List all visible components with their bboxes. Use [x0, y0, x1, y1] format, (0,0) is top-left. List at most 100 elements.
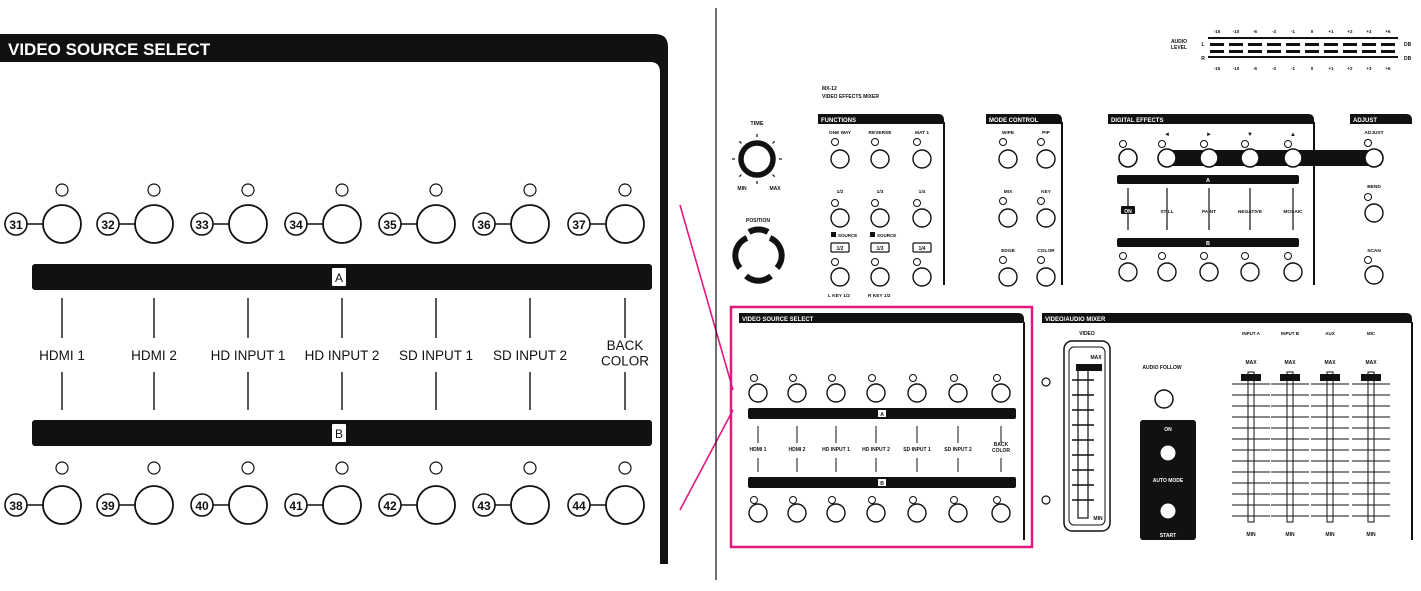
zoom-source-button-a[interactable]: [605, 204, 645, 244]
digital-effects-button[interactable]: [1118, 148, 1138, 168]
vss-bus-b-label: B: [880, 481, 884, 487]
audio-follow-label: AUDIO FOLLOW: [1142, 365, 1181, 371]
vss-button-b[interactable]: [748, 503, 768, 523]
zoom-led-b: [147, 461, 161, 475]
vss-source-label: BACK COLOR: [992, 442, 1010, 454]
zoom-source-button-a[interactable]: [134, 204, 174, 244]
digital-effects-button-b[interactable]: [1199, 262, 1219, 282]
auto-start-button[interactable]: [1159, 502, 1177, 520]
audio-follow-button[interactable]: [1154, 389, 1174, 409]
zoom-led-a: [523, 183, 537, 197]
channel-fader[interactable]: [1311, 371, 1349, 523]
digital-led: [1158, 140, 1166, 148]
vss-button-b[interactable]: [991, 503, 1011, 523]
zoom-connector-bottom: [679, 409, 734, 511]
mode-button[interactable]: [1036, 149, 1056, 169]
vss-led-a: [909, 374, 917, 382]
functions-button[interactable]: [912, 208, 932, 228]
scan-label: SCAN: [1367, 248, 1381, 254]
mode-button[interactable]: [1036, 208, 1056, 228]
digital-effects-button-b[interactable]: [1283, 262, 1303, 282]
vss-source-label: SD INPUT 2: [944, 447, 972, 453]
functions-button[interactable]: [830, 149, 850, 169]
functions-source-label: SOURCE: [838, 233, 857, 238]
channel-fader[interactable]: [1232, 371, 1270, 523]
zoom-source-button-b[interactable]: [416, 485, 456, 525]
vss-button-b[interactable]: [948, 503, 968, 523]
video-tbar[interactable]: MAX MIN: [1063, 340, 1111, 532]
vss-button-a[interactable]: [991, 383, 1011, 403]
functions-button[interactable]: [870, 149, 890, 169]
zoom-source-button-b[interactable]: [510, 485, 550, 525]
va-mixer-title: VIDEO/AUDIO MIXER: [1045, 317, 1106, 323]
functions-button[interactable]: [870, 267, 890, 287]
time-knob-tick: [772, 140, 776, 144]
tbar-max-label: MAX: [1090, 355, 1102, 361]
digital-effects-button[interactable]: [1283, 148, 1303, 168]
zoom-led-a: [147, 183, 161, 197]
zoom-led-a: [335, 183, 349, 197]
vss-button-a[interactable]: [866, 383, 886, 403]
time-knob-tick: [738, 174, 742, 178]
adjust-title: ADJUST: [1353, 118, 1377, 124]
vss-led-b: [828, 496, 836, 504]
mode-led: [999, 197, 1007, 205]
functions-button[interactable]: [830, 267, 850, 287]
position-joystick[interactable]: [732, 226, 785, 284]
adjust-button[interactable]: [1364, 148, 1384, 168]
zoom-led-b: [55, 461, 69, 475]
digital-effects-button[interactable]: [1240, 148, 1260, 168]
digital-effects-button-b[interactable]: [1157, 262, 1177, 282]
bend-label: BEND: [1367, 184, 1381, 190]
zoom-source-button-b[interactable]: [605, 485, 645, 525]
functions-button[interactable]: [870, 208, 890, 228]
model-sub-label: VIDEO EFFECTS MIXER: [822, 94, 879, 100]
channel-fader[interactable]: [1271, 371, 1309, 523]
functions-button[interactable]: [912, 267, 932, 287]
zoom-bus-a-label: A: [335, 271, 343, 285]
mode-button[interactable]: [998, 149, 1018, 169]
vss-button-a[interactable]: [826, 383, 846, 403]
auto-on-button[interactable]: [1159, 444, 1177, 462]
digital-effects-button[interactable]: [1199, 148, 1219, 168]
channel-fader-cap: [1320, 374, 1340, 381]
digital-bus-a-label: A: [1206, 178, 1210, 184]
functions-row1-label: REVERSE: [869, 130, 893, 136]
vss-button-a[interactable]: [748, 383, 768, 403]
digital-bus-b-label: B: [1206, 241, 1210, 247]
zoom-source-button-a[interactable]: [42, 204, 82, 244]
bend-button[interactable]: [1364, 203, 1384, 223]
zoom-callout-number: 43: [477, 499, 491, 513]
digital-effects-button-b[interactable]: [1118, 262, 1138, 282]
functions-button[interactable]: [830, 208, 850, 228]
time-knob[interactable]: [738, 140, 776, 178]
digital-effects-button[interactable]: [1157, 148, 1177, 168]
mode-button[interactable]: [1036, 267, 1056, 287]
functions-button[interactable]: [912, 149, 932, 169]
audio-meter-tick-bottom: +1: [1328, 66, 1334, 71]
zoom-source-button-b[interactable]: [134, 485, 174, 525]
vss-button-a[interactable]: [948, 383, 968, 403]
channel-fader[interactable]: [1352, 371, 1390, 523]
mode-button[interactable]: [998, 267, 1018, 287]
zoom-source-button-a[interactable]: [416, 204, 456, 244]
zoom-source-button-a[interactable]: [510, 204, 550, 244]
zoom-source-button-b[interactable]: [228, 485, 268, 525]
digital-arrow: ▼: [1247, 132, 1253, 138]
audio-meter-tick-bottom: +2: [1347, 66, 1353, 71]
functions-row2-label: 1/4: [919, 189, 926, 195]
vss-button-a[interactable]: [787, 383, 807, 403]
zoom-source-button-a[interactable]: [228, 204, 268, 244]
vss-button-b[interactable]: [787, 503, 807, 523]
vss-button-b[interactable]: [907, 503, 927, 523]
vss-button-a[interactable]: [907, 383, 927, 403]
zoom-source-button-a[interactable]: [322, 204, 362, 244]
zoom-source-button-b[interactable]: [322, 485, 362, 525]
mode-button[interactable]: [998, 208, 1018, 228]
zoom-source-button-b[interactable]: [42, 485, 82, 525]
vss-button-b[interactable]: [866, 503, 886, 523]
vss-button-b[interactable]: [826, 503, 846, 523]
scan-button[interactable]: [1364, 265, 1384, 285]
audio-meter-segment-l: [1343, 43, 1357, 46]
digital-effects-button-b[interactable]: [1240, 262, 1260, 282]
